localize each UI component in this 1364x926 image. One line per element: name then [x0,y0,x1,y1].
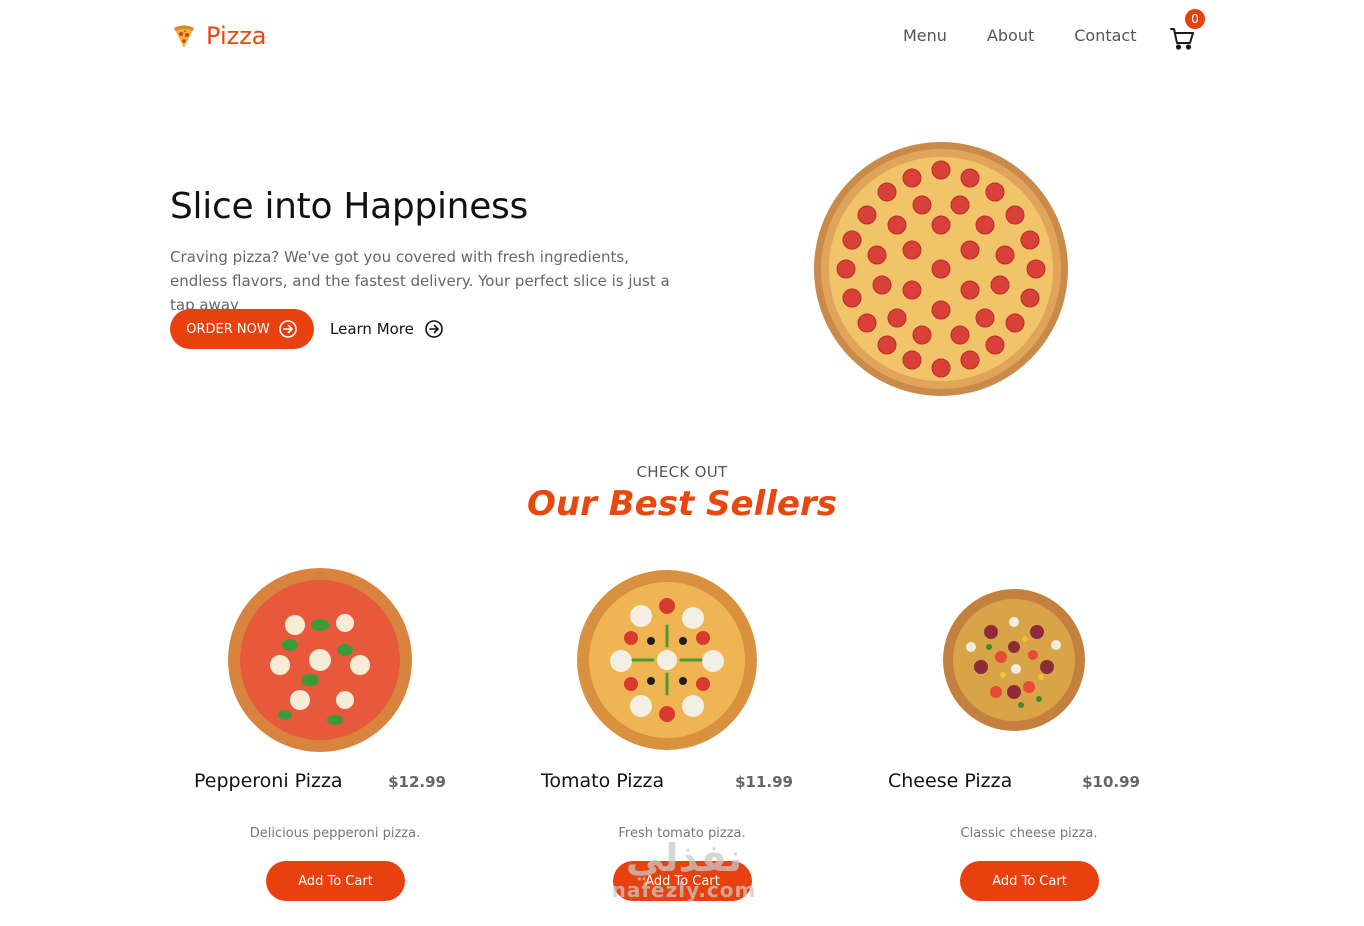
product-description: Classic cheese pizza. [960,826,1098,841]
nav-menu[interactable]: Menu [903,26,947,45]
add-to-cart-button[interactable]: Add To Cart [266,861,405,901]
product-description: Delicious pepperoni pizza. [249,826,421,841]
product-description: Fresh tomato pizza. [618,826,746,841]
product-image [170,560,470,760]
section-kicker: CHECK OUT [636,463,728,481]
hero-description: Craving pizza? We've got you covered wit… [170,248,670,314]
tomato-pizza-image [577,570,757,750]
add-to-cart-button[interactable]: Add To Cart [960,861,1099,901]
add-to-cart-button[interactable]: Add To Cart [613,861,752,901]
cheese-pizza-image [943,589,1085,731]
product-name: Cheese Pizza [888,770,1013,792]
nav-contact[interactable]: Contact [1074,26,1136,45]
product-card: Cheese Pizza $10.99 Classic cheese pizza… [864,560,1164,910]
product-card: Pepperoni Pizza $12.99 Delicious peppero… [170,560,470,910]
product-card: Tomato Pizza $11.99 Fresh tomato pizza. … [517,560,817,910]
order-now-label: ORDER NOW [186,321,270,337]
order-now-button[interactable]: ORDER NOW [170,309,314,349]
product-price: $10.99 [1082,773,1140,791]
arrow-circle-right-icon [425,320,443,338]
hero-pepperoni-pizza-image [814,142,1068,396]
product-image [517,560,817,760]
brand-name: Pizza [206,22,267,50]
pizza-slice-icon [174,25,194,48]
learn-more-label: Learn More [330,320,414,338]
learn-more-button[interactable]: Learn More [330,312,444,346]
product-name: Pepperoni Pizza [194,770,343,792]
section-title: Our Best Sellers [527,484,837,524]
main-nav: Menu About Contact [903,26,1137,45]
nav-about[interactable]: About [987,26,1034,45]
product-name: Tomato Pizza [541,770,665,792]
product-price: $12.99 [388,773,446,791]
arrow-circle-right-icon [278,320,297,338]
hero-title: Slice into Happiness [170,186,528,227]
cart-count-badge: 0 [1185,9,1205,29]
product-image [864,560,1164,760]
product-price: $11.99 [735,773,793,791]
pepperoni-pizza-image [228,568,412,752]
brand-logo[interactable]: Pizza [170,22,267,50]
